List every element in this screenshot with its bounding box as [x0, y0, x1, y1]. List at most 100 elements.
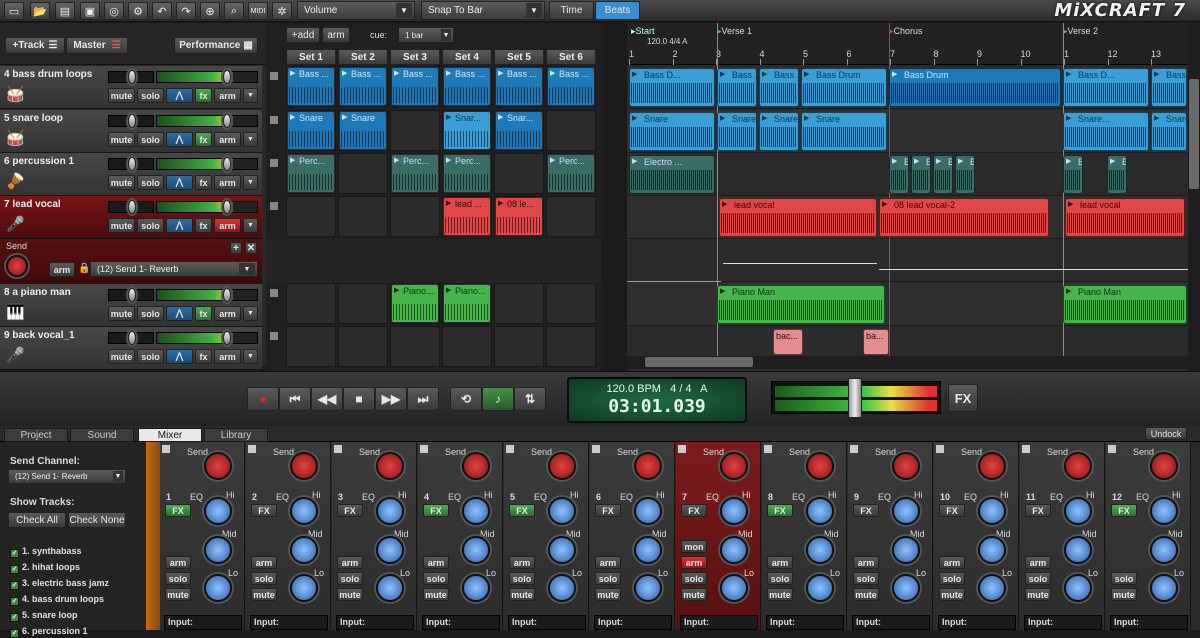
- eq-lo-knob[interactable]: [290, 574, 318, 602]
- grid-cell[interactable]: [338, 326, 388, 367]
- mute-button[interactable]: mute: [108, 349, 135, 364]
- eq-mid-knob[interactable]: [204, 536, 232, 564]
- eq-mid-knob[interactable]: [462, 536, 490, 564]
- arm-button[interactable]: arm: [214, 88, 241, 103]
- eq-mid-knob[interactable]: [1150, 536, 1178, 564]
- track-header[interactable]: 4 bass drum loops 🥁 mute solo ⋀ fx arm ▼: [0, 66, 262, 109]
- fx-button[interactable]: fx: [195, 349, 212, 364]
- volume-knob[interactable]: [223, 288, 231, 302]
- input-selector[interactable]: Input:: [938, 615, 1016, 630]
- send-knob[interactable]: [978, 452, 1006, 480]
- automation-button[interactable]: ⋀: [166, 349, 193, 364]
- input-selector[interactable]: Input:: [594, 615, 672, 630]
- time-display[interactable]: 120.0 BPM 4 / 4 A 03:01.039: [567, 377, 747, 423]
- grid-clip[interactable]: ▶ Perc...: [288, 155, 334, 192]
- grid-clip[interactable]: ▶ lead ...: [444, 198, 490, 235]
- fx-button[interactable]: FX: [681, 504, 707, 517]
- send-knob[interactable]: [462, 452, 490, 480]
- eq-mid-knob[interactable]: [1064, 536, 1092, 564]
- redo-icon[interactable]: ↷: [176, 2, 196, 20]
- performance-button[interactable]: Performance ▦: [174, 37, 258, 54]
- timeline-clip[interactable]: ▶ Piano Man: [717, 285, 885, 324]
- eq-lo-knob[interactable]: [548, 574, 576, 602]
- grid-cell[interactable]: [390, 326, 440, 367]
- mute-button[interactable]: mute: [939, 588, 965, 601]
- mute-button[interactable]: mute: [767, 588, 793, 601]
- set-header[interactable]: Set 5: [494, 49, 544, 65]
- fx-button[interactable]: fx: [195, 88, 212, 103]
- volume-knob[interactable]: [223, 157, 231, 171]
- set-header[interactable]: Set 3: [390, 49, 440, 65]
- rewind-start-button[interactable]: ⏮: [279, 387, 311, 411]
- timeline-clip[interactable]: ▶ El...: [1107, 155, 1127, 194]
- grid-clip[interactable]: ▶ Perc...: [444, 155, 490, 192]
- timeline-clip[interactable]: ▶ 08 lead vocal-2: [879, 198, 1049, 237]
- mute-button[interactable]: mute: [595, 588, 621, 601]
- close-send-button[interactable]: ✕: [245, 242, 257, 254]
- grid-arm-button[interactable]: arm: [322, 27, 350, 43]
- eq-lo-knob[interactable]: [978, 574, 1006, 602]
- eq-hi-knob[interactable]: [462, 497, 490, 525]
- open-icon[interactable]: 📂: [30, 2, 50, 20]
- solo-button[interactable]: solo: [137, 306, 164, 321]
- mute-button[interactable]: mute: [108, 88, 135, 103]
- send-knob[interactable]: [204, 452, 232, 480]
- arm-button[interactable]: arm: [214, 218, 241, 233]
- volume-dropdown[interactable]: Volume ▼: [297, 1, 415, 20]
- vertical-scrollbar[interactable]: [1188, 23, 1200, 371]
- volume-knob[interactable]: [223, 114, 231, 128]
- solo-button[interactable]: solo: [337, 572, 363, 585]
- grid-clip[interactable]: ▶ Snare: [288, 112, 334, 149]
- track-menu-button[interactable]: ▼: [243, 132, 258, 147]
- eq-lo-knob[interactable]: [1150, 574, 1178, 602]
- automation-button[interactable]: ⋀: [166, 306, 193, 321]
- add-send-button[interactable]: +: [230, 242, 242, 254]
- send-channel-dropdown[interactable]: (12) Send 1- Reverb ▼: [8, 469, 126, 484]
- solo-button[interactable]: solo: [137, 175, 164, 190]
- grid-clip[interactable]: ▶ Piano...: [444, 285, 490, 322]
- fx-button[interactable]: FX: [509, 504, 535, 517]
- input-selector[interactable]: Input:: [508, 615, 586, 630]
- verse2-marker[interactable]: ▸Verse 2: [1063, 26, 1098, 37]
- stop-row-icon[interactable]: [270, 289, 278, 297]
- fx-button[interactable]: FX: [595, 504, 621, 517]
- send-knob[interactable]: [290, 452, 318, 480]
- send-knob[interactable]: [1064, 452, 1092, 480]
- solo-button[interactable]: solo: [509, 572, 535, 585]
- timeline-clip[interactable]: ▶ El...: [933, 155, 953, 194]
- send-knob[interactable]: [1150, 452, 1178, 480]
- track-volume-meter[interactable]: [156, 70, 258, 84]
- eq-mid-knob[interactable]: [548, 536, 576, 564]
- input-selector[interactable]: Input:: [164, 615, 242, 630]
- volume-knob[interactable]: [223, 70, 231, 84]
- send-knob[interactable]: [376, 452, 404, 480]
- fx-button[interactable]: FX: [853, 504, 879, 517]
- chorus-marker[interactable]: ▸Chorus: [889, 26, 923, 37]
- track-menu-button[interactable]: ▼: [243, 88, 258, 103]
- slider-knob[interactable]: [128, 157, 136, 171]
- search-icon[interactable]: ⌕: [224, 2, 244, 20]
- timeline-clip[interactable]: ▶ lead vocal: [719, 198, 877, 237]
- timeline-clip[interactable]: ▶ Bass Drum: [889, 68, 1061, 107]
- slider-knob[interactable]: [128, 288, 136, 302]
- arm-button[interactable]: arm: [423, 556, 449, 569]
- grid-cell[interactable]: [338, 196, 388, 237]
- timeline-clip[interactable]: bac...: [773, 329, 803, 355]
- grid-cell[interactable]: [286, 196, 336, 237]
- skip-end-button[interactable]: ⏭: [407, 387, 439, 411]
- track-menu-button[interactable]: ▼: [243, 218, 258, 233]
- timeline-clip[interactable]: ▶ Bass ...: [717, 68, 757, 107]
- checkbox-checked-icon[interactable]: ✓: [10, 549, 19, 558]
- grid-cell[interactable]: [494, 153, 544, 194]
- slider-knob[interactable]: [128, 114, 136, 128]
- eq-mid-knob[interactable]: [720, 536, 748, 564]
- solo-button[interactable]: solo: [137, 132, 164, 147]
- automation-button[interactable]: ⋀: [166, 175, 193, 190]
- timeline-clip[interactable]: ▶ Bass D...: [629, 68, 715, 107]
- mute-button[interactable]: mute: [509, 588, 535, 601]
- grid-cell[interactable]: [338, 153, 388, 194]
- fx-button[interactable]: FX: [1111, 504, 1137, 517]
- record-settings-icon[interactable]: ◎: [104, 2, 124, 20]
- scrollbar-thumb[interactable]: [645, 357, 753, 367]
- input-selector[interactable]: Input:: [336, 615, 414, 630]
